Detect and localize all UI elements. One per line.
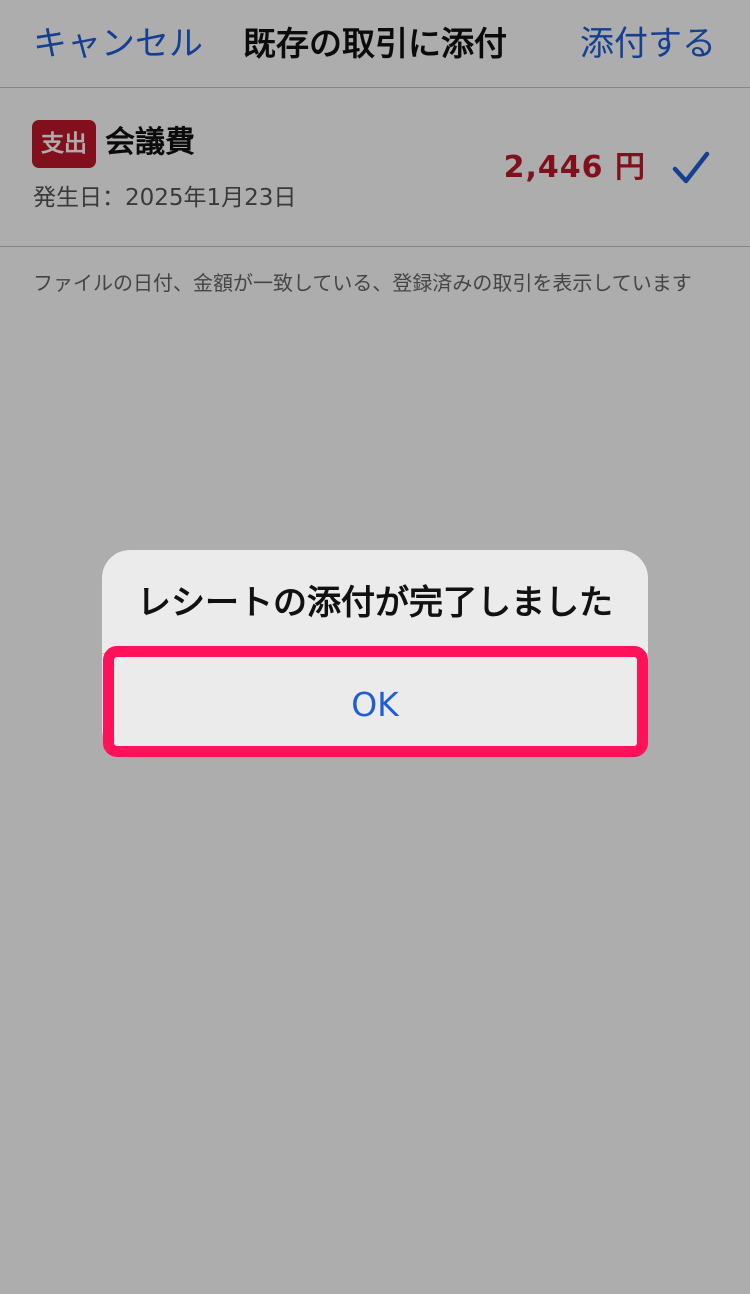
alert-title: レシートの添付が完了しました bbox=[137, 583, 613, 623]
ok-button[interactable]: OK bbox=[102, 654, 648, 756]
alert-dialog: レシートの添付が完了しました OK bbox=[102, 550, 648, 756]
